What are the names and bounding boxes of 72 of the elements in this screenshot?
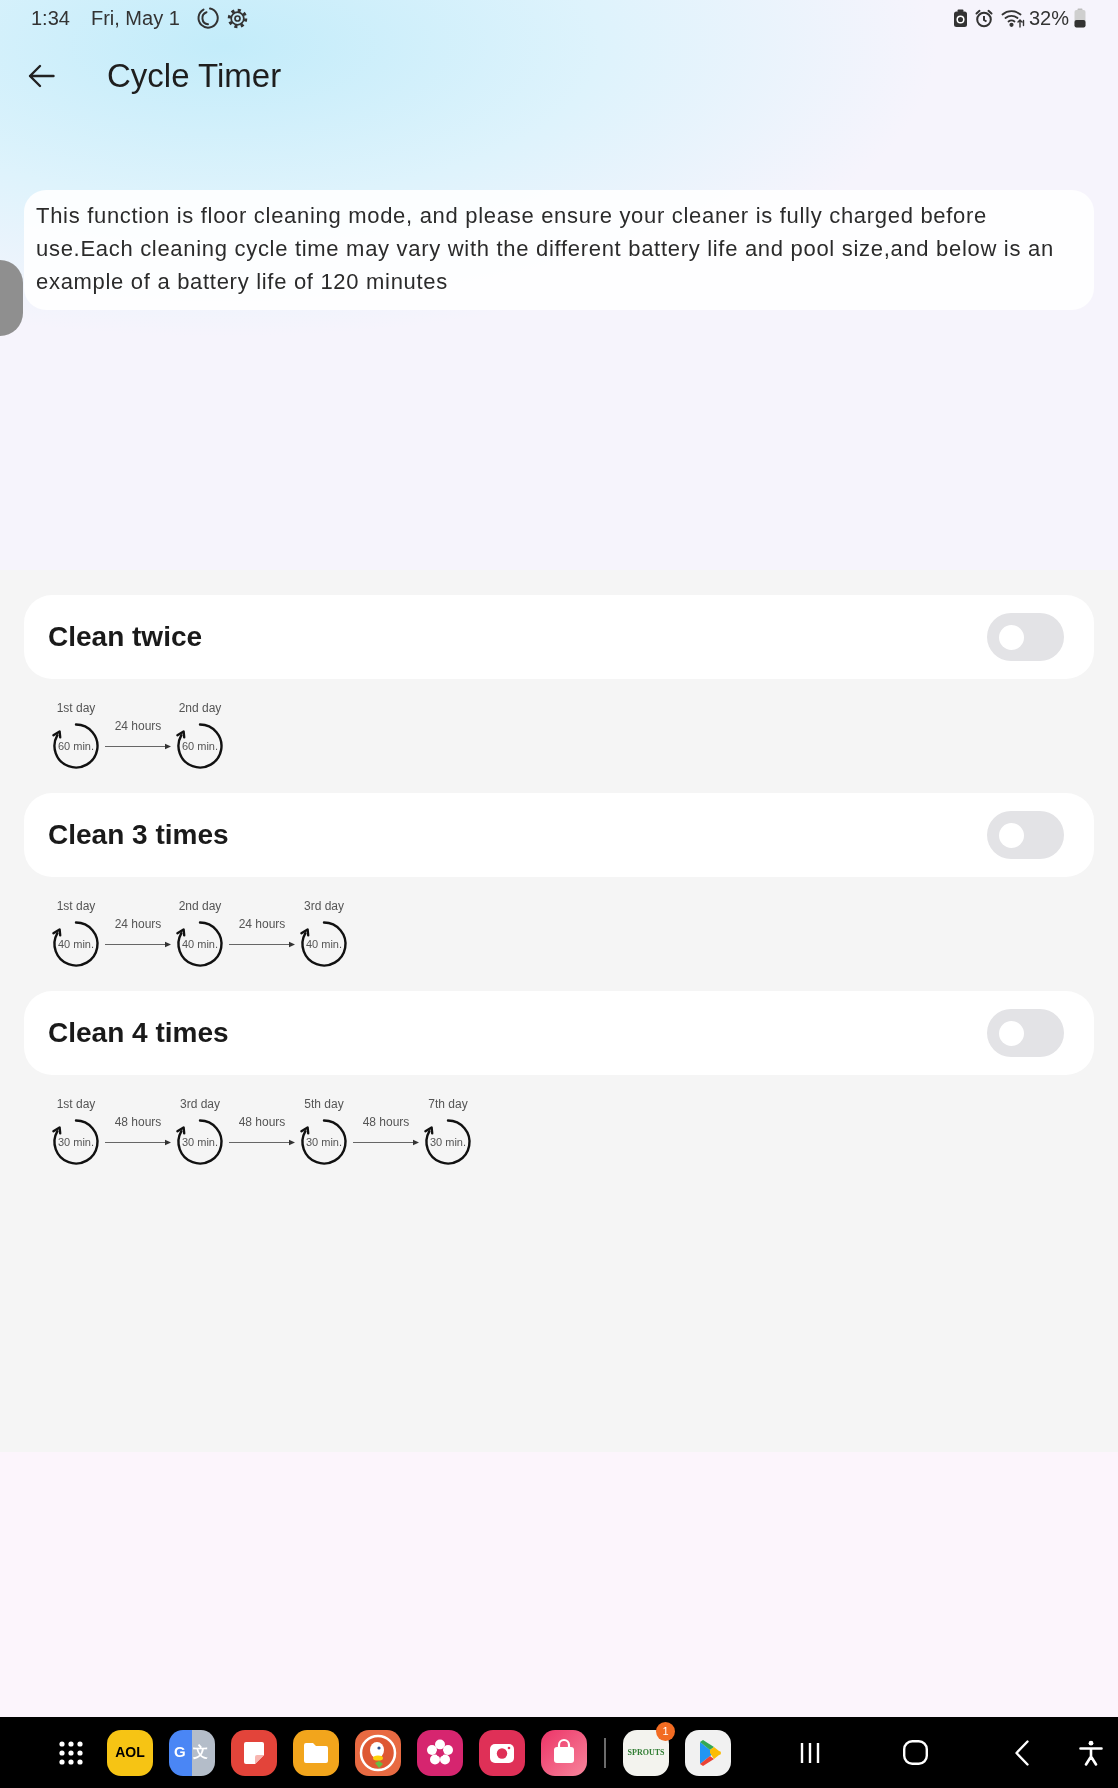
day-label: 2nd day bbox=[178, 700, 222, 716]
folder-app-icon[interactable] bbox=[293, 1729, 339, 1776]
duration-label: 60 min. bbox=[57, 740, 95, 752]
play-store-app-icon[interactable] bbox=[685, 1729, 731, 1776]
cycle-arrow-icon bbox=[299, 1117, 349, 1167]
mode-title: Clean 4 times bbox=[48, 1016, 229, 1050]
battery-icon bbox=[1074, 8, 1086, 28]
day-label: 1st day bbox=[56, 700, 96, 716]
back-icon[interactable] bbox=[1015, 1739, 1029, 1766]
battery-percent: 32% bbox=[1028, 6, 1069, 31]
settings-icon bbox=[225, 6, 249, 30]
flower-app-icon[interactable] bbox=[417, 1729, 463, 1776]
recent-apps-icon[interactable] bbox=[800, 1741, 820, 1764]
accessibility-icon[interactable] bbox=[1079, 1739, 1103, 1766]
timeline-arrow bbox=[229, 941, 295, 948]
day-label: 1st day bbox=[56, 898, 96, 914]
day-label: 7th day bbox=[428, 1096, 468, 1112]
cycle-arrow-icon bbox=[51, 1117, 101, 1167]
timeline-arrow bbox=[105, 1139, 171, 1146]
interval-label: 24 hours bbox=[238, 916, 286, 932]
notice-text: This function is floor cleaning mode, and please ensure your cleaner is fully charged before use.Each cleaning cycle time may vary with the different battery life and pool size,and below is an example of a battery life of 120 minutes bbox=[36, 202, 1055, 296]
timeline-arrow bbox=[353, 1139, 419, 1146]
mode-title: Clean 3 times bbox=[48, 818, 229, 852]
timeline-arrow bbox=[105, 941, 171, 948]
duration-label: 60 min. bbox=[181, 740, 219, 752]
back-arrow-icon[interactable] bbox=[28, 64, 55, 88]
shopping-bag-app-icon[interactable] bbox=[541, 1729, 587, 1776]
notes-app-icon[interactable] bbox=[231, 1729, 277, 1776]
interval-label: 48 hours bbox=[114, 1114, 162, 1130]
battery-saver-icon bbox=[952, 8, 968, 28]
edge-handle-icon[interactable] bbox=[0, 260, 23, 336]
cycle-arrow-icon bbox=[175, 1117, 225, 1167]
duck-app-icon[interactable] bbox=[355, 1729, 401, 1776]
day-label: 3rd day bbox=[304, 898, 344, 914]
duration-label: 30 min. bbox=[181, 1136, 219, 1148]
toggle-switch[interactable] bbox=[987, 1009, 1064, 1057]
status-date: Fri, May 1 bbox=[90, 6, 180, 31]
day-label: 5th day bbox=[304, 1096, 344, 1112]
home-icon[interactable] bbox=[902, 1740, 928, 1765]
duration-label: 40 min. bbox=[181, 938, 219, 950]
duration-label: 40 min. bbox=[57, 938, 95, 950]
day-label: 3rd day bbox=[180, 1096, 220, 1112]
toggle-switch[interactable] bbox=[987, 811, 1064, 859]
interval-label: 48 hours bbox=[238, 1114, 286, 1130]
page-title: Cycle Timer bbox=[107, 56, 282, 97]
interval-label: 24 hours bbox=[114, 916, 162, 932]
camera-app-icon[interactable] bbox=[479, 1729, 525, 1776]
timeline-arrow bbox=[105, 743, 171, 750]
wifi-icon bbox=[1000, 8, 1025, 28]
app-grid-icon[interactable] bbox=[59, 1740, 83, 1765]
cycle-arrow-icon bbox=[51, 919, 101, 969]
timeline-arrow bbox=[229, 1139, 295, 1146]
mode-title: Clean twice bbox=[48, 620, 203, 654]
duration-label: 30 min. bbox=[57, 1136, 95, 1148]
duration-label: 30 min. bbox=[429, 1136, 467, 1148]
day-label: 2nd day bbox=[178, 898, 222, 914]
duration-label: 30 min. bbox=[305, 1136, 343, 1148]
toggle-switch[interactable] bbox=[987, 613, 1064, 661]
interval-label: 48 hours bbox=[362, 1114, 410, 1130]
day-label: 1st day bbox=[56, 1096, 96, 1112]
sync-icon bbox=[195, 6, 220, 30]
alarm-icon bbox=[974, 8, 993, 28]
cycle-arrow-icon bbox=[423, 1117, 473, 1167]
app-button[interactable]: AOL bbox=[107, 1729, 153, 1776]
duration-label: 40 min. bbox=[305, 938, 343, 950]
notification-badge: 1 bbox=[656, 1721, 675, 1741]
status-time: 1:34 bbox=[31, 6, 70, 31]
interval-label: 24 hours bbox=[114, 718, 162, 734]
cycle-arrow-icon bbox=[175, 919, 225, 969]
cycle-arrow-icon bbox=[299, 919, 349, 969]
cycle-arrow-icon bbox=[175, 721, 225, 771]
cycle-arrow-icon bbox=[51, 721, 101, 771]
